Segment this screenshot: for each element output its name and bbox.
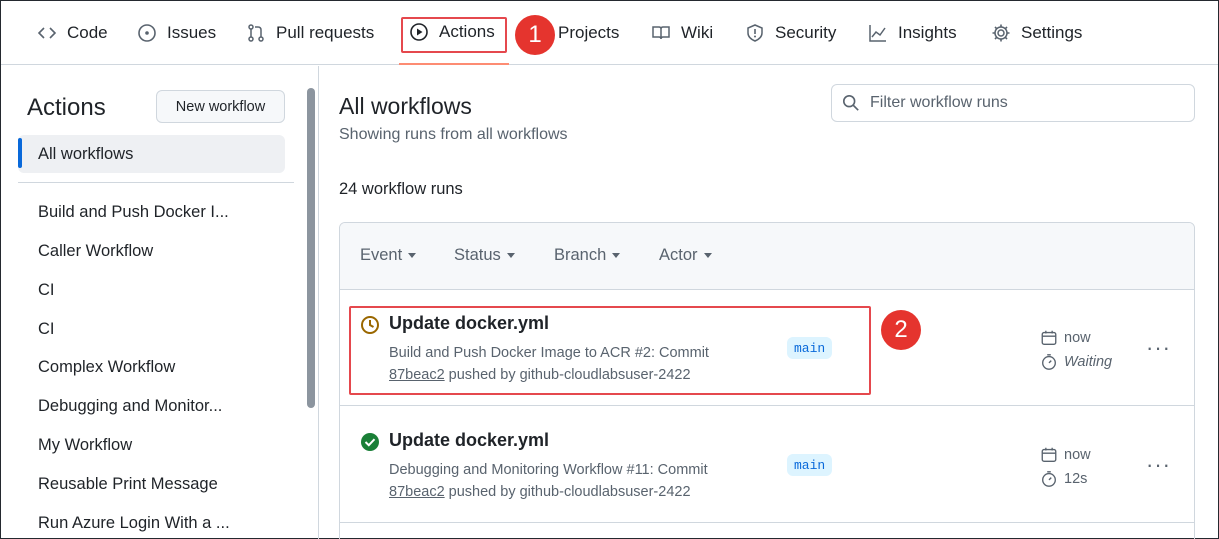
check-circle-icon: [361, 433, 379, 451]
caret-down-icon: [506, 253, 515, 258]
tab-code-label: Code: [67, 23, 108, 42]
actor-filter-label: Actor: [659, 246, 698, 264]
run-duration-text: 12s: [1064, 471, 1088, 487]
run-time: now: [1040, 329, 1091, 347]
sidebar-workflow-item[interactable]: Caller Workflow: [38, 242, 153, 261]
sidebar-item-label: All workflows: [38, 145, 134, 163]
search-icon: [842, 94, 859, 111]
calendar-icon: [1041, 447, 1057, 462]
event-filter-label: Event: [360, 246, 403, 264]
step-badge-2: 2: [881, 310, 921, 350]
runs-count: 24 workflow runs: [339, 180, 463, 198]
actor-filter-dropdown[interactable]: Actor: [659, 246, 712, 265]
graph-icon: [869, 25, 886, 42]
caret-down-icon: [612, 253, 621, 258]
step-badge-1: 1: [515, 15, 555, 55]
sidebar-workflow-item[interactable]: Complex Workflow: [38, 358, 175, 377]
stopwatch-icon: [1042, 354, 1056, 370]
tab-pull-requests[interactable]: Pull requests: [246, 1, 374, 65]
sidebar-workflow-item[interactable]: CI: [38, 281, 55, 300]
run-time: now: [1040, 446, 1091, 464]
sidebar-scrollbar[interactable]: [307, 88, 315, 408]
tab-security[interactable]: Security: [745, 1, 836, 65]
run-time-text: now: [1064, 330, 1091, 346]
issue-icon: [138, 24, 156, 42]
tab-wiki[interactable]: Wiki: [651, 1, 713, 65]
pull-request-icon: [248, 24, 264, 42]
branch-label[interactable]: main: [787, 454, 833, 476]
run-duration: 12s: [1040, 470, 1087, 488]
sidebar-workflow-item[interactable]: Reusable Print Message: [38, 475, 218, 494]
sidebar-workflow-item[interactable]: Debugging and Monitor...: [38, 397, 222, 416]
sidebar-workflow-item[interactable]: CI: [38, 320, 55, 339]
tab-wiki-label: Wiki: [681, 23, 714, 42]
more-options-icon[interactable]: ···: [1146, 335, 1171, 361]
run-title-link[interactable]: Update docker.yml: [389, 430, 549, 451]
tab-issues-label: Issues: [167, 23, 217, 42]
branch-filter-dropdown[interactable]: Branch: [554, 246, 621, 265]
new-workflow-button[interactable]: New workflow: [156, 90, 285, 123]
page-title: All workflows: [339, 93, 472, 119]
sidebar-title: Actions: [27, 94, 106, 121]
runs-filter-bar: Event Status Branch Actor: [340, 223, 1194, 290]
tab-settings-label: Settings: [1021, 23, 1083, 42]
tab-insights[interactable]: Insights: [868, 1, 957, 65]
tab-projects[interactable]: Projects: [558, 1, 619, 65]
event-filter-dropdown[interactable]: Event: [360, 246, 417, 265]
status-filter-dropdown[interactable]: Status: [454, 246, 515, 265]
run-description: Debugging and Monitoring Workflow #11: C…: [389, 462, 708, 478]
sidebar-workflow-item[interactable]: Build and Push Docker I...: [38, 203, 229, 222]
run-duration-text: Waiting: [1064, 354, 1113, 370]
tab-code[interactable]: Code: [37, 1, 108, 65]
caret-down-icon: [703, 253, 712, 258]
page-subtitle: Showing runs from all workflows: [339, 126, 568, 143]
sidebar-workflow-item[interactable]: My Workflow: [38, 436, 132, 455]
run-highlight-box: [349, 306, 871, 395]
calendar-icon: [1041, 330, 1057, 345]
filter-workflow-runs[interactable]: [831, 84, 1195, 122]
stopwatch-icon: [1042, 471, 1056, 487]
run-duration: Waiting: [1040, 353, 1112, 371]
status-filter-label: Status: [454, 246, 501, 264]
sidebar-divider: [18, 182, 294, 183]
sidebar-workflow-item[interactable]: Run Azure Login With a ...: [38, 514, 230, 533]
filter-input[interactable]: [870, 94, 1170, 112]
tab-insights-label: Insights: [898, 23, 957, 42]
actions-sidebar: Actions New workflow All workflows Build…: [1, 66, 319, 539]
commit-sha-link[interactable]: 87beac2: [389, 484, 445, 500]
tab-pull-requests-label: Pull requests: [276, 23, 375, 42]
more-options-icon[interactable]: ···: [1146, 452, 1171, 478]
shield-icon: [747, 24, 763, 42]
book-icon: [652, 26, 670, 40]
actions-highlight-box: [401, 17, 507, 53]
active-indicator: [18, 138, 22, 168]
run-commit-info: 87beac2 pushed by github-cloudlabsuser-2…: [389, 484, 691, 500]
tab-issues[interactable]: Issues: [137, 1, 216, 65]
workflow-run-row[interactable]: Update docker.yml Debugging and Monitori…: [340, 407, 1194, 523]
gear-icon: [992, 24, 1010, 42]
caret-down-icon: [408, 253, 417, 258]
tab-projects-label: Projects: [558, 23, 620, 42]
pushed-by-text: pushed by github-cloudlabsuser-2422: [448, 484, 691, 500]
repo-nav: Code Issues Pull requests Actions Projec…: [1, 1, 1218, 65]
run-time-text: now: [1064, 447, 1091, 463]
code-icon: [37, 27, 57, 39]
tab-security-label: Security: [775, 23, 837, 42]
tab-settings[interactable]: Settings: [991, 1, 1082, 65]
branch-filter-label: Branch: [554, 246, 607, 264]
